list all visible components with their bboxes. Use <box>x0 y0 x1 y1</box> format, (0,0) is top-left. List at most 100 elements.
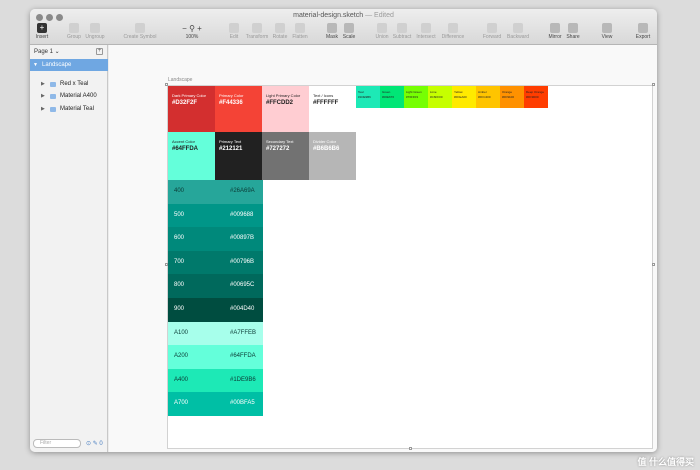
teal-shade-swatch-hex: #00BFA5 <box>230 400 255 407</box>
scale-button[interactable]: Scale <box>341 23 357 40</box>
forward-label: Forward <box>482 34 502 40</box>
disclosure-triangle-right-icon[interactable]: ▶ <box>41 103 45 115</box>
edited-status: — Edited <box>365 12 394 19</box>
teal-shade-swatch[interactable]: A400 #1DE9B6 <box>168 368 263 393</box>
teal-shade-swatch[interactable]: 400 #26A69A <box>168 180 263 204</box>
group-button[interactable]: Group <box>66 23 82 40</box>
layer-item-red-x-teal[interactable]: ▶ Red x Teal <box>30 78 108 90</box>
accent-swatch-hex: #FFC400 <box>478 95 491 99</box>
transform-label: Transform <box>245 34 269 40</box>
window-title: material-design.sketch — Edited <box>30 12 657 19</box>
resize-handle[interactable] <box>165 83 168 86</box>
primary-swatch[interactable]: Primary Color #F44336 <box>215 86 262 134</box>
export-button[interactable]: Export <box>634 23 652 40</box>
resize-handle[interactable] <box>409 447 412 450</box>
resize-handle[interactable] <box>652 263 655 266</box>
transform-button[interactable]: Transform <box>244 23 270 40</box>
flatten-button[interactable]: Flatten <box>290 23 310 40</box>
forward-button[interactable]: Forward <box>480 23 504 40</box>
accent-swatch-name: Light Green <box>406 90 422 94</box>
group-label: Group <box>67 34 81 40</box>
export-icon <box>638 23 648 33</box>
watermark: 值 什么值得买 <box>637 457 694 467</box>
edit-icon <box>229 23 239 33</box>
create-symbol-button[interactable]: Create Symbol <box>122 23 158 40</box>
teal-shade-swatch[interactable]: A700 #00BFA5 <box>168 392 263 416</box>
accent-swatch-hex: #76FF03 <box>406 95 419 99</box>
layer-item-landscape[interactable]: ▼ Landscape <box>30 59 108 71</box>
secondary-swatch-name: Accent Color <box>172 139 195 144</box>
union-button[interactable]: Union <box>373 23 391 40</box>
difference-button[interactable]: Difference <box>439 23 467 40</box>
teal-shade-swatch[interactable]: A200 #64FFDA <box>168 345 263 369</box>
secondary-swatch[interactable]: Primary Text #212121 <box>215 132 262 180</box>
export-label: Export <box>635 34 651 40</box>
teal-shade-swatch-hex: #00897B <box>230 235 255 242</box>
teal-shade-swatch[interactable]: A100 #A7FFEB <box>168 321 263 346</box>
share-button[interactable]: Share <box>565 23 581 40</box>
secondary-swatch[interactable]: Divider Color #B6B6B6 <box>309 132 356 180</box>
layer-item-material-teal[interactable]: ▶ Material Teal <box>30 103 108 115</box>
accent-swatch[interactable]: Green #00E676 <box>380 86 404 108</box>
create-symbol-label: Create Symbol <box>123 34 157 40</box>
toolbar: material-design.sketch — Edited + Insert… <box>30 9 657 45</box>
backward-button[interactable]: Backward <box>504 23 532 40</box>
subtract-button[interactable]: Subtract <box>391 23 413 40</box>
teal-shade-swatch[interactable]: 900 #004D40 <box>168 298 263 322</box>
primary-swatch-hex: #F44336 <box>219 100 243 106</box>
layer-item-material-a400[interactable]: ▶ Material A400 <box>30 90 108 102</box>
ungroup-button[interactable]: Ungroup <box>84 23 106 40</box>
teal-shade-swatch-hex: #009688 <box>230 211 254 218</box>
zoom-out-button[interactable]: − <box>182 24 187 33</box>
rotate-button[interactable]: Rotate <box>270 23 290 40</box>
accent-swatch[interactable]: Orange #FF9100 <box>500 86 524 108</box>
secondary-swatch[interactable]: Secondary Text #727272 <box>262 132 309 180</box>
primary-swatch-name: Primary Color <box>219 93 244 98</box>
transform-icon <box>252 23 262 33</box>
accent-swatch[interactable]: Yellow #FFEA00 <box>452 86 476 108</box>
secondary-swatch[interactable]: Accent Color #64FFDA <box>168 132 215 180</box>
primary-swatch[interactable]: Dark Primary Color #D32F2F <box>168 86 215 134</box>
artboard-landscape[interactable]: Dark Primary Color #D32F2F Primary Color #F… <box>167 85 653 449</box>
artboard-label[interactable]: Landscape <box>168 77 192 83</box>
intersect-label: Intersect <box>416 34 436 40</box>
accent-swatch[interactable]: Amber #FFC400 <box>476 86 500 108</box>
intersect-button[interactable]: Intersect <box>414 23 438 40</box>
mirror-label: Mirror <box>548 34 562 40</box>
accent-swatch-hex: #FF9100 <box>502 95 515 99</box>
disclosure-triangle-down-icon[interactable]: ▼ <box>33 59 38 71</box>
zoom-in-button[interactable]: + <box>197 24 202 33</box>
teal-shade-swatch-hex: #64FFDA <box>230 353 256 360</box>
add-page-button[interactable]: + <box>96 48 103 55</box>
layer-filter-input[interactable]: Filter <box>33 439 81 448</box>
teal-shade-swatch[interactable]: 600 #00897B <box>168 227 263 251</box>
edit-button[interactable]: Edit <box>226 23 242 40</box>
accent-swatch[interactable]: Lime #C6FF00 <box>428 86 452 108</box>
accent-swatch[interactable]: Deep Orange #FF3D00 <box>524 86 548 108</box>
ungroup-icon <box>90 23 100 33</box>
teal-shade-swatch[interactable]: 800 #00695C <box>168 274 263 298</box>
disclosure-triangle-right-icon[interactable]: ▶ <box>41 78 45 90</box>
resize-handle[interactable] <box>165 263 168 266</box>
accent-swatch-hex: #00E676 <box>382 95 395 99</box>
mask-button[interactable]: Mask <box>324 23 340 40</box>
page-selector[interactable]: Page 1 ⌄ <box>34 48 60 55</box>
backward-icon <box>513 23 523 33</box>
accent-swatch-hex: #FFEA00 <box>454 95 467 99</box>
subtract-icon <box>397 23 407 33</box>
accent-swatch[interactable]: Teal #1DE9B6 <box>356 86 380 108</box>
zoom-control[interactable]: − ⚲ + 100% <box>174 23 210 40</box>
insert-button[interactable]: + Insert <box>34 23 50 40</box>
view-button[interactable]: View <box>598 23 616 40</box>
teal-shade-swatch[interactable]: 700 #00796B <box>168 250 263 275</box>
primary-swatch[interactable]: Text / Icons #FFFFFF <box>309 86 356 134</box>
primary-swatch-name: Text / Icons <box>313 93 334 98</box>
filter-options-icon[interactable]: ⊙ ✎ 0 <box>86 440 103 447</box>
accent-swatch[interactable]: Light Green #76FF03 <box>404 86 428 108</box>
primary-swatch[interactable]: Light Primary Color #FFCDD2 <box>262 86 309 134</box>
canvas[interactable]: Landscape Dark Primary Color #D32F2F Prima… <box>109 45 657 452</box>
disclosure-triangle-right-icon[interactable]: ▶ <box>41 90 45 102</box>
resize-handle[interactable] <box>652 83 655 86</box>
mirror-button[interactable]: Mirror <box>546 23 564 40</box>
teal-shade-swatch[interactable]: 500 #009688 <box>168 203 263 228</box>
